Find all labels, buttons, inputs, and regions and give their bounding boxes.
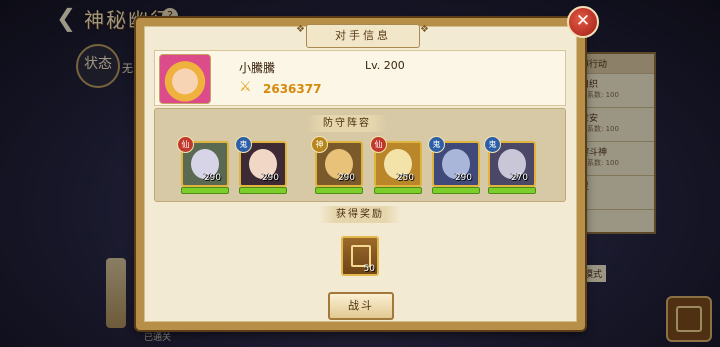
player-name: 小騰騰	[239, 61, 276, 75]
hero-faction-badge: 鬼	[235, 136, 252, 153]
hero-level: 270	[510, 173, 528, 183]
opponent-info-modal: ❖ 对手信息 ❖ 小騰騰 Lv. 200 ⚔ 2636377 防守阵容 290 仙…	[136, 18, 585, 330]
hero-level: 290	[203, 173, 221, 183]
hero-slot[interactable]: 290 神	[311, 136, 363, 194]
defense-lineup-panel: 防守阵容 290 仙 290 鬼 290 神 250 仙 290 鬼 270 鬼	[154, 108, 566, 202]
hero-hp-bar	[315, 187, 363, 194]
hero-faction-badge: 鬼	[428, 136, 445, 153]
battle-button[interactable]: 战斗	[328, 292, 394, 320]
hero-slot[interactable]: 270 鬼	[484, 136, 536, 194]
combat-power-value: 2636377	[263, 82, 322, 96]
player-level: Lv. 200	[365, 59, 405, 72]
hero-level: 290	[261, 173, 279, 183]
close-button[interactable]: ✕	[567, 6, 599, 38]
ribbon-ornament-icon: ❖	[296, 24, 305, 35]
hero-hp-bar	[239, 187, 287, 194]
defense-lineup-title: 防守阵容	[307, 115, 387, 132]
modal-title: 对手信息	[306, 24, 420, 48]
hero-hp-bar	[488, 187, 536, 194]
player-avatar	[159, 54, 211, 104]
player-card: 小騰騰 Lv. 200 ⚔ 2636377	[154, 50, 566, 106]
hero-hp-bar	[181, 187, 229, 194]
hero-faction-badge: 鬼	[484, 136, 501, 153]
hero-level: 290	[337, 173, 355, 183]
hero-hp-bar	[432, 187, 480, 194]
ribbon-ornament-icon: ❖	[420, 24, 429, 35]
hero-slot[interactable]: 290 鬼	[235, 136, 287, 194]
reward-item[interactable]: 50	[341, 236, 379, 276]
hero-slot[interactable]: 250 仙	[370, 136, 422, 194]
hero-slot[interactable]: 290 仙	[177, 136, 229, 194]
hero-faction-badge: 仙	[370, 136, 387, 153]
hero-faction-badge: 仙	[177, 136, 194, 153]
hero-level: 250	[396, 173, 414, 183]
hero-hp-bar	[374, 187, 422, 194]
hero-slot[interactable]: 290 鬼	[428, 136, 480, 194]
combat-power-icon: ⚔	[239, 79, 252, 95]
hero-faction-badge: 神	[311, 136, 328, 153]
reward-count: 50	[363, 264, 375, 274]
hero-level: 290	[454, 173, 472, 183]
reward-title: 获得奖励	[320, 206, 400, 223]
